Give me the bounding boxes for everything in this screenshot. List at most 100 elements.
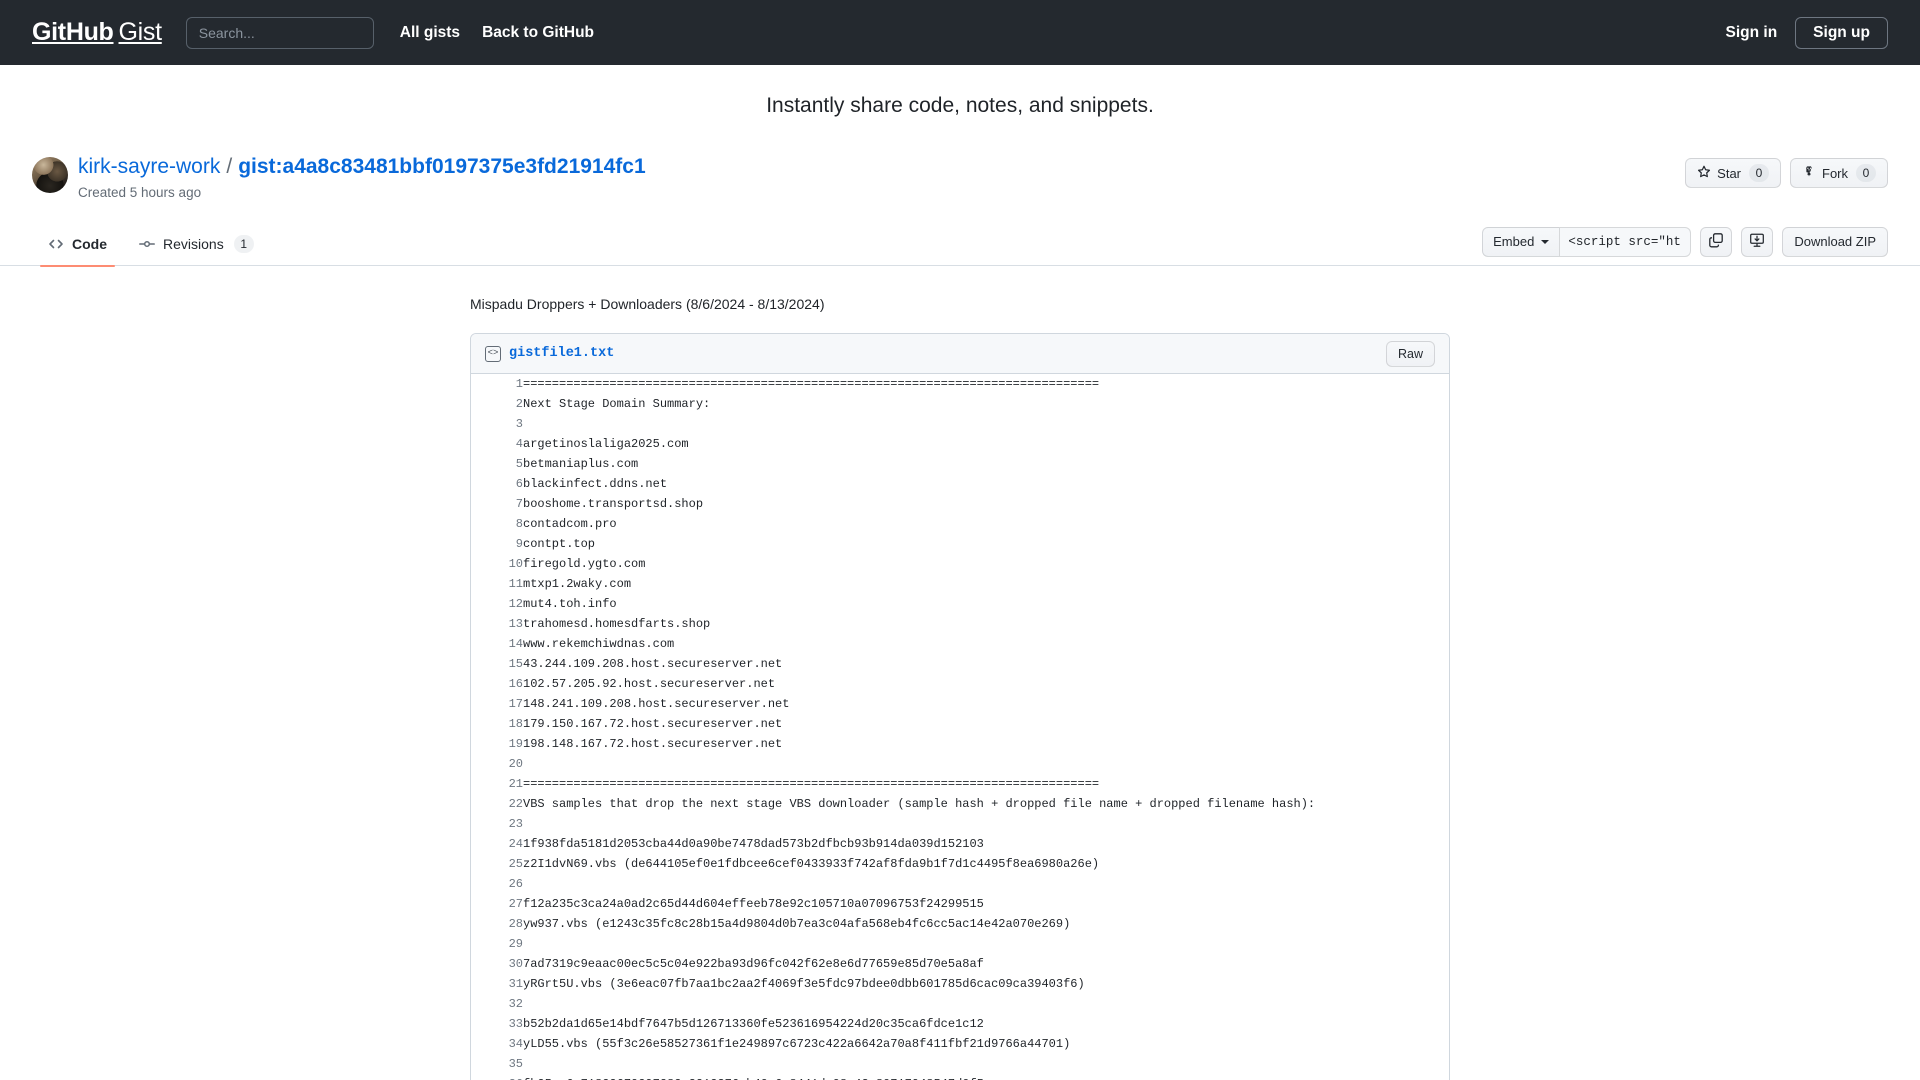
- line-content: yLD55.vbs (55f3c26e58527361f1e249897c672…: [523, 1037, 1071, 1052]
- line-number[interactable]: 12: [471, 594, 523, 614]
- line-content: [523, 754, 1449, 774]
- line-content: 1f938fda5181d2053cba44d0a90be7478dad573b…: [523, 837, 984, 852]
- code-line: 28 yw937.vbs (e1243c35fc8c28b15a4d9804d0b…: [471, 914, 1449, 934]
- line-number[interactable]: 14: [471, 634, 523, 654]
- sign-in-link[interactable]: Sign in: [1726, 24, 1778, 42]
- line-number[interactable]: 20: [471, 754, 523, 774]
- line-content: ========================================…: [523, 377, 1100, 392]
- line-content: contpt.top: [523, 537, 596, 552]
- star-button[interactable]: Star 0: [1685, 158, 1781, 188]
- nav-back-to-github[interactable]: Back to GitHub: [482, 24, 594, 42]
- line-content: [523, 934, 1449, 954]
- code-line: 7 booshome.transportsd.shop: [471, 494, 1449, 514]
- line-number[interactable]: 28: [471, 914, 523, 934]
- nav-all-gists[interactable]: All gists: [400, 24, 460, 42]
- line-number[interactable]: 15: [471, 654, 523, 674]
- line-number[interactable]: 27: [471, 894, 523, 914]
- line-content: 43.244.109.208.host.secureserver.net: [523, 657, 783, 672]
- line-number[interactable]: 10: [471, 554, 523, 574]
- line-number[interactable]: 31: [471, 974, 523, 994]
- line-number[interactable]: 22: [471, 794, 523, 814]
- gist-header: kirk-sayre-work / gist:a4a8c83481bbf0197…: [0, 154, 1920, 200]
- line-number[interactable]: 1: [471, 374, 523, 394]
- download-zip-button[interactable]: Download ZIP: [1782, 226, 1888, 257]
- line-number[interactable]: 33: [471, 1014, 523, 1034]
- line-number[interactable]: 21: [471, 774, 523, 794]
- line-number[interactable]: 26: [471, 874, 523, 894]
- line-number[interactable]: 32: [471, 994, 523, 1014]
- desktop-download-icon: [1749, 232, 1765, 251]
- tab-revisions[interactable]: Revisions 1: [123, 222, 270, 266]
- tab-revisions-count: 1: [233, 234, 254, 253]
- fork-icon: [1802, 165, 1816, 182]
- code-line: 1 =======================================…: [471, 374, 1449, 394]
- line-number[interactable]: 29: [471, 934, 523, 954]
- code-line: 6 blackinfect.ddns.net: [471, 474, 1449, 494]
- line-number[interactable]: 9: [471, 534, 523, 554]
- embed-dropdown[interactable]: Embed: [1482, 226, 1560, 257]
- line-number[interactable]: 24: [471, 834, 523, 854]
- code-table-body: 1 =======================================…: [471, 374, 1449, 1080]
- line-number[interactable]: 5: [471, 454, 523, 474]
- line-number[interactable]: 6: [471, 474, 523, 494]
- search-input[interactable]: [185, 16, 374, 49]
- code-line: 31 yRGrt5U.vbs (3e6eac07fb7aa1bc2aa2f4069…: [471, 974, 1449, 994]
- fork-button[interactable]: Fork 0: [1790, 158, 1888, 188]
- line-number[interactable]: 11: [471, 574, 523, 594]
- line-number[interactable]: 16: [471, 674, 523, 694]
- copy-button[interactable]: [1700, 226, 1733, 257]
- code-table: 1 =======================================…: [471, 374, 1449, 1080]
- code-line: 2 Next Stage Domain Summary:: [471, 394, 1449, 414]
- code-line: 35: [471, 1054, 1449, 1074]
- code-line: 3: [471, 414, 1449, 434]
- line-content: mtxp1.2waky.com: [523, 577, 632, 592]
- line-number[interactable]: 18: [471, 714, 523, 734]
- logo-gist-text: Gist: [118, 18, 163, 46]
- tab-code-label: Code: [72, 235, 107, 252]
- file-name-link[interactable]: gistfile1.txt: [509, 346, 614, 361]
- line-content: z2I1dvN69.vbs (de644105ef0e1fdbcee6cef04…: [523, 857, 1100, 872]
- avatar[interactable]: [32, 157, 68, 193]
- line-content: VBS samples that drop the next stage VBS…: [523, 797, 1316, 812]
- line-number[interactable]: 23: [471, 814, 523, 834]
- gist-owner-link[interactable]: kirk-sayre-work: [78, 154, 220, 179]
- code-line: 27 f12a235c3ca24a0ad2c65d44d604effeeb78e9…: [471, 894, 1449, 914]
- line-number[interactable]: 7: [471, 494, 523, 514]
- tab-code[interactable]: Code: [32, 222, 123, 267]
- open-with-desktop-button[interactable]: [1741, 226, 1774, 257]
- line-number[interactable]: 8: [471, 514, 523, 534]
- gist-actions: Star 0 Fork 0: [1685, 158, 1888, 188]
- line-number[interactable]: 25: [471, 854, 523, 874]
- line-content: blackinfect.ddns.net: [523, 477, 668, 492]
- star-label: Star: [1717, 165, 1741, 181]
- code-line: 34 yLD55.vbs (55f3c26e58527361f1e249897c6…: [471, 1034, 1449, 1054]
- line-content: [523, 874, 1449, 894]
- gist-title-block: kirk-sayre-work / gist:a4a8c83481bbf0197…: [78, 154, 646, 200]
- line-content: mut4.toh.info: [523, 597, 617, 612]
- line-number[interactable]: 19: [471, 734, 523, 754]
- sign-up-button[interactable]: Sign up: [1795, 16, 1888, 49]
- site-header: GitHub Gist All gists Back to GitHub Sig…: [0, 0, 1920, 65]
- github-gist-logo[interactable]: GitHub Gist: [32, 18, 162, 47]
- line-number[interactable]: 35: [471, 1054, 523, 1074]
- star-icon: [1697, 165, 1711, 182]
- line-number[interactable]: 13: [471, 614, 523, 634]
- line-number[interactable]: 36: [471, 1074, 523, 1080]
- gist-name-link[interactable]: gist:a4a8c83481bbf0197375e3fd21914fc1: [238, 154, 645, 179]
- line-number[interactable]: 2: [471, 394, 523, 414]
- embed-url-input[interactable]: [1559, 226, 1692, 257]
- tagline-text: Instantly share code, notes, and snippet…: [766, 94, 1154, 117]
- line-number[interactable]: 4: [471, 434, 523, 454]
- raw-button[interactable]: Raw: [1385, 340, 1435, 367]
- line-number[interactable]: 34: [471, 1034, 523, 1054]
- line-number[interactable]: 3: [471, 414, 523, 434]
- code-line: 4 argetinoslaliga2025.com: [471, 434, 1449, 454]
- line-content: contadcom.pro: [523, 517, 617, 532]
- embed-group: Embed: [1482, 226, 1692, 257]
- line-content: trahomesd.homesdfarts.shop: [523, 617, 711, 632]
- code-line: 13 trahomesd.homesdfarts.shop: [471, 614, 1449, 634]
- line-number[interactable]: 17: [471, 694, 523, 714]
- line-number[interactable]: 30: [471, 954, 523, 974]
- line-content: argetinoslaliga2025.com: [523, 437, 689, 452]
- code-area[interactable]: 1 =======================================…: [471, 374, 1449, 1080]
